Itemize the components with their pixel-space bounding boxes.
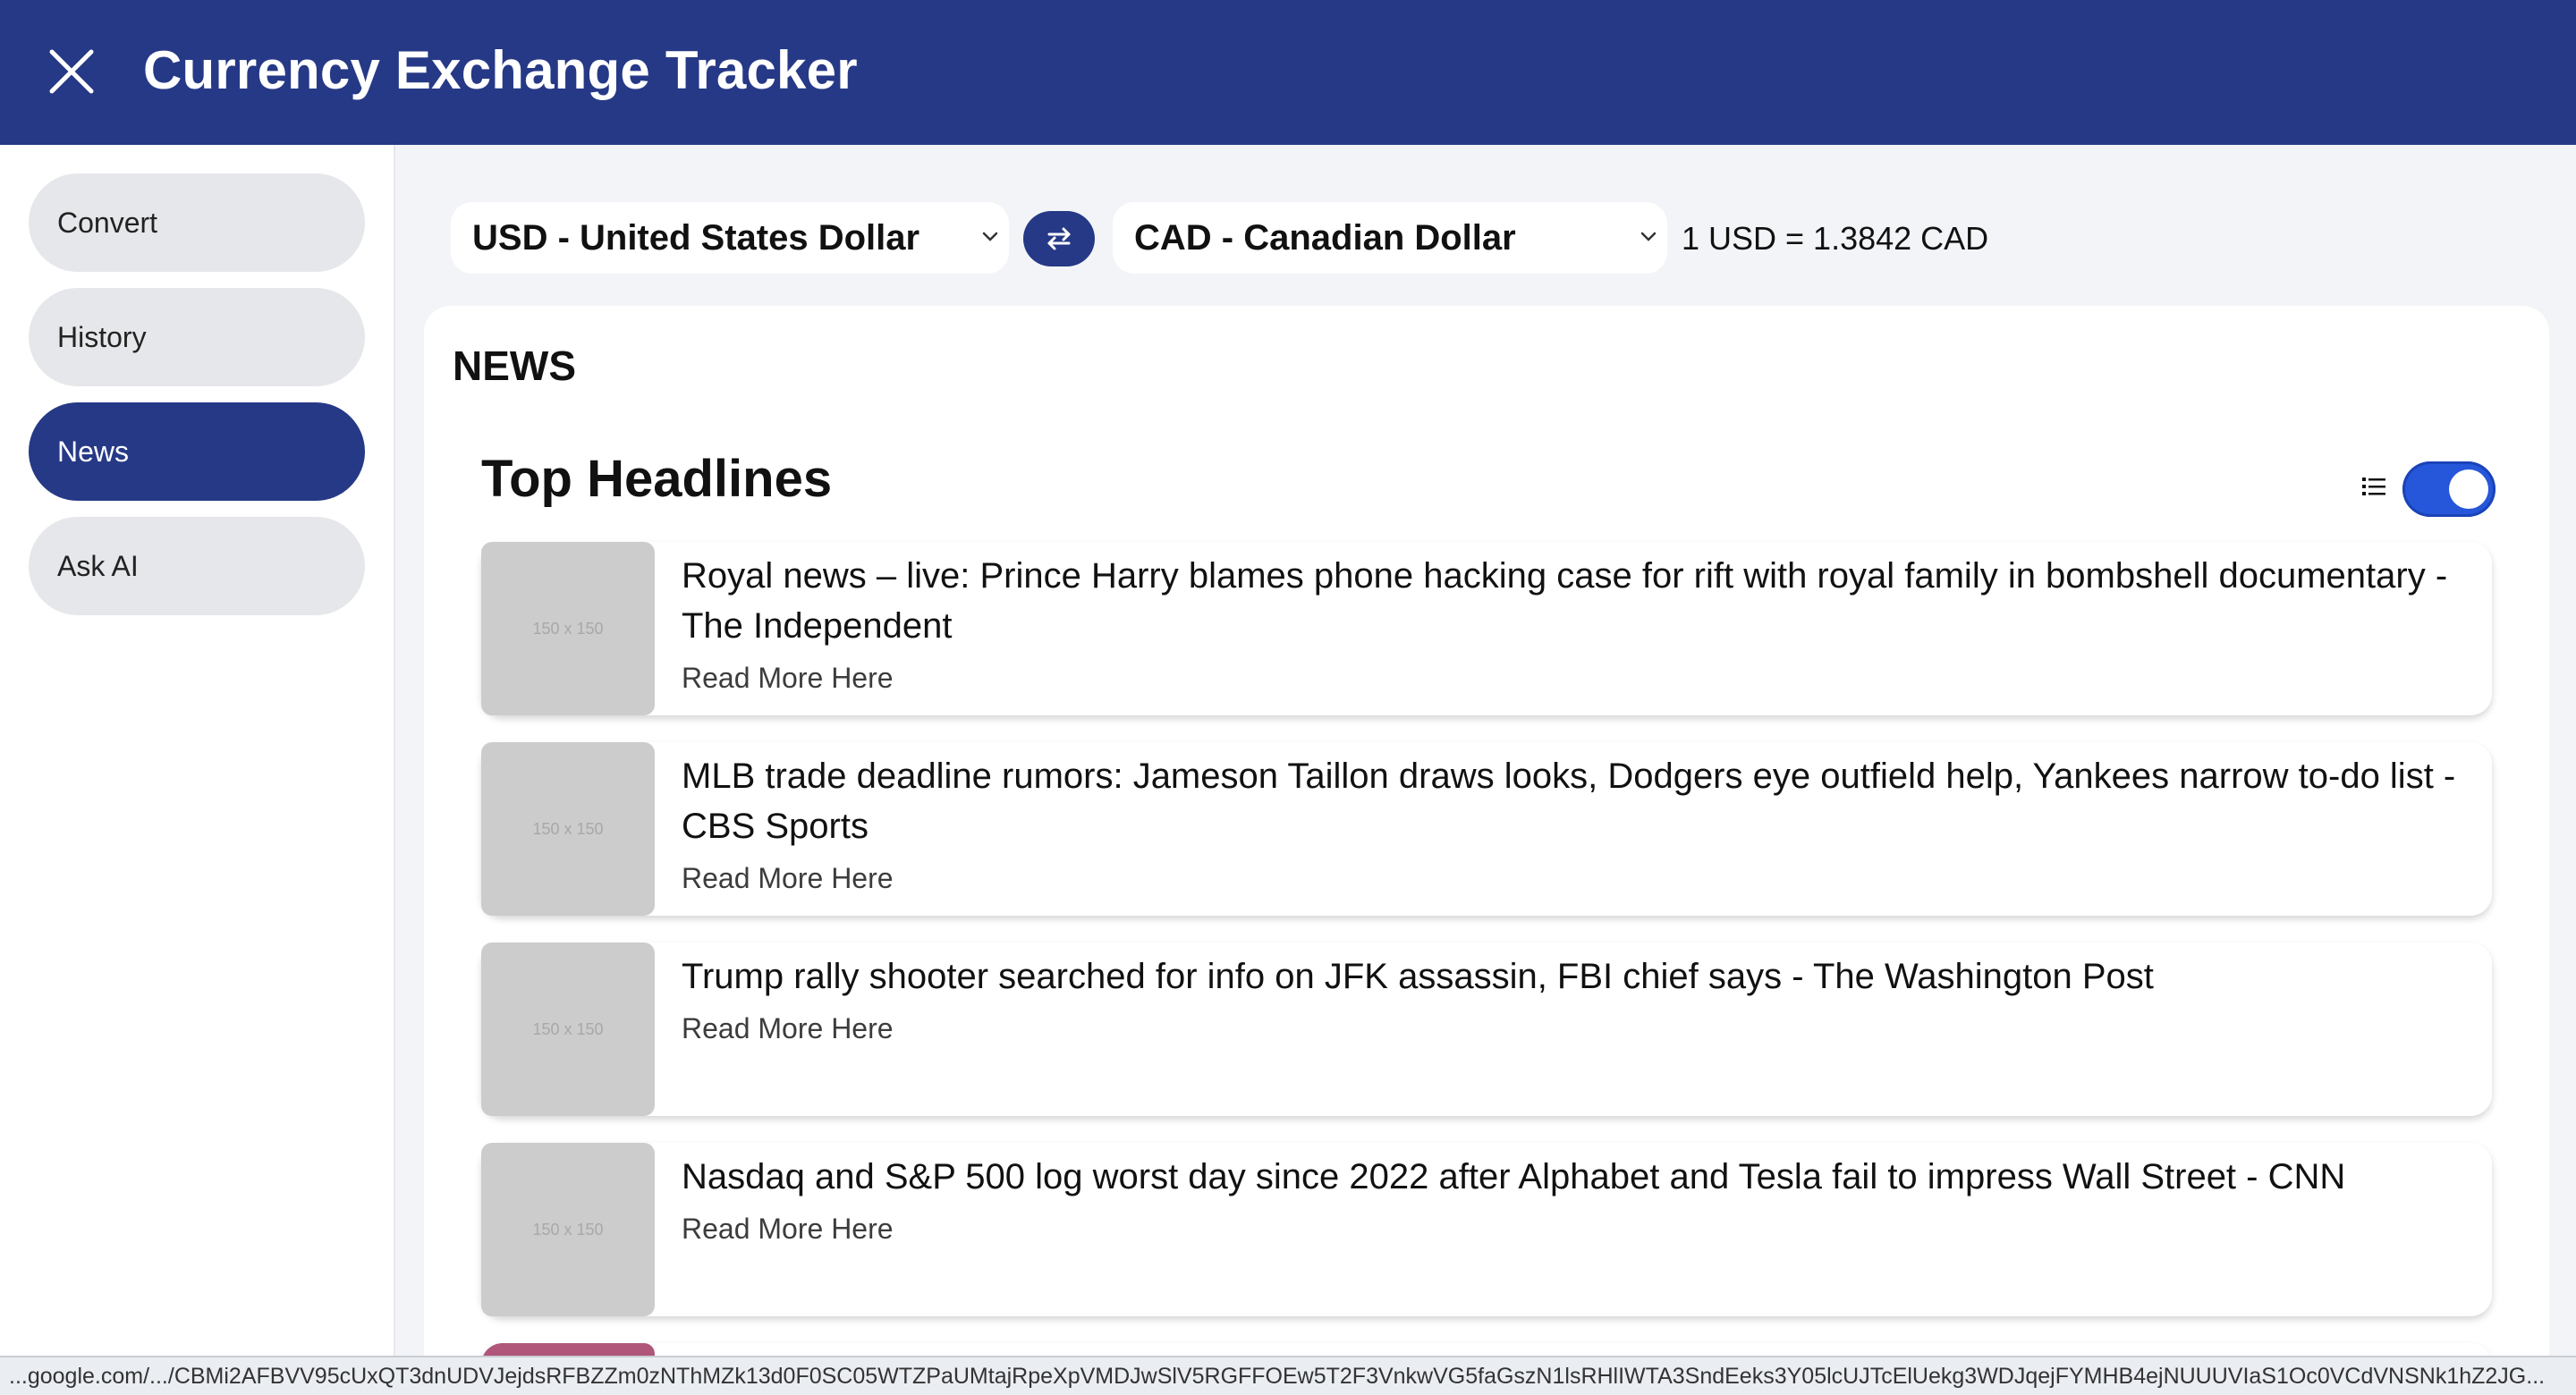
app-title: Currency Exchange Tracker [143, 40, 858, 100]
article-thumbnail: 150 x 150 [481, 742, 655, 916]
sidebar-item-label: Ask AI [57, 549, 139, 582]
thumbnail-placeholder-label: 150 x 150 [532, 1220, 604, 1239]
article-thumbnail: 150 x 150 [481, 943, 655, 1116]
from-currency-value: USD - United States Dollar [472, 217, 920, 258]
thumbnail-placeholder-label: 150 x 150 [532, 1019, 604, 1038]
read-more-link[interactable]: Read More Here [682, 862, 894, 895]
exchange-rate-text: 1 USD = 1.3842 CAD [1682, 220, 1989, 257]
to-currency-select[interactable]: CAD - Canadian Dollar [1113, 202, 1667, 274]
sidebar-item-label: History [57, 320, 147, 353]
news-article[interactable]: 150 x 150 Trump rally shooter searched f… [481, 943, 2492, 1116]
close-icon[interactable] [45, 45, 98, 98]
view-toggle[interactable] [2402, 461, 2496, 517]
from-currency-select[interactable]: USD - United States Dollar [451, 202, 1009, 274]
article-title: Nasdaq and S&P 500 log worst day since 2… [682, 1157, 2346, 1196]
news-article[interactable]: 150 x 150 MLB trade deadline rumors: Jam… [481, 742, 2492, 916]
read-more-link[interactable]: Read More Here [682, 1012, 894, 1045]
list-view-icon[interactable] [2360, 472, 2388, 501]
thumbnail-placeholder-label: 150 x 150 [532, 619, 604, 638]
sidebar: Convert History News Ask AI [0, 145, 395, 1395]
article-thumbnail: 150 x 150 [481, 542, 655, 715]
news-article[interactable]: 150 x 150 Nasdaq and S&P 500 log worst d… [481, 1143, 2492, 1316]
sidebar-item-label: News [57, 435, 130, 468]
swap-arrows-icon [1047, 227, 1071, 250]
read-more-link[interactable]: Read More Here [682, 662, 894, 695]
status-bar-url: ...google.com/.../CBMi2AFBVV95cUxQT3dnUD… [0, 1356, 2576, 1395]
article-title: Trump rally shooter searched for info on… [682, 957, 2154, 996]
article-title: Royal news – live: Prince Harry blames p… [682, 556, 2448, 646]
main-content: USD - United States Dollar CAD - Canadia… [397, 145, 2576, 1395]
chevron-down-icon [1640, 232, 1657, 241]
app-header: Currency Exchange Tracker [0, 0, 2576, 145]
swap-currencies-button[interactable] [1023, 211, 1095, 266]
chevron-down-icon [982, 232, 998, 241]
news-article[interactable]: 150 x 150 Royal news – live: Prince Harr… [481, 542, 2492, 715]
thumbnail-placeholder-label: 150 x 150 [532, 819, 604, 838]
toggle-knob [2449, 469, 2488, 509]
article-title: MLB trade deadline rumors: Jameson Taill… [682, 757, 2456, 846]
sidebar-item-label: Convert [57, 206, 158, 239]
sidebar-item-ask-ai[interactable]: Ask AI [29, 517, 365, 615]
sidebar-item-news[interactable]: News [29, 402, 365, 501]
top-headlines-title: Top Headlines [481, 450, 833, 508]
sidebar-item-convert[interactable]: Convert [29, 173, 365, 272]
to-currency-value: CAD - Canadian Dollar [1134, 217, 1516, 258]
news-section-heading: NEWS [453, 342, 576, 389]
article-thumbnail: 150 x 150 [481, 1143, 655, 1316]
news-panel: NEWS Top Headlines 150 x 150 Royal news … [424, 306, 2549, 1395]
sidebar-item-history[interactable]: History [29, 288, 365, 386]
read-more-link[interactable]: Read More Here [682, 1213, 894, 1246]
